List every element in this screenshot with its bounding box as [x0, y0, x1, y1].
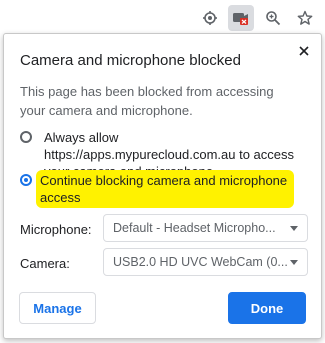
microphone-select[interactable]: Default - Headset Micropho...	[103, 214, 308, 242]
close-icon[interactable]	[295, 42, 313, 60]
dialog-title: Camera and microphone blocked	[20, 52, 241, 69]
manage-button[interactable]: Manage	[19, 292, 96, 324]
camera-label: Camera:	[20, 256, 70, 271]
zoom-icon[interactable]	[260, 5, 286, 31]
continue-blocking-label: Continue blocking camera and microphone …	[36, 170, 294, 208]
always-allow-radio[interactable]	[20, 131, 32, 143]
camera-select[interactable]: USB2.0 HD UVC WebCam (0...	[103, 248, 308, 276]
chevron-down-icon	[290, 226, 298, 231]
done-button[interactable]: Done	[228, 292, 306, 324]
star-icon[interactable]	[292, 5, 318, 31]
dialog-description: This page has been blocked from accessin…	[20, 84, 274, 118]
microphone-label: Microphone:	[20, 222, 92, 237]
camera-select-value: USB2.0 HD UVC WebCam (0...	[113, 255, 288, 269]
microphone-select-value: Default - Headset Micropho...	[113, 221, 276, 235]
permission-bubble: Camera and microphone blocked This page …	[3, 33, 322, 339]
browser-toolbar	[0, 0, 325, 34]
location-icon[interactable]	[197, 5, 223, 31]
chevron-down-icon	[290, 260, 298, 265]
camera-blocked-icon[interactable]	[228, 5, 254, 31]
continue-blocking-radio[interactable]	[20, 174, 32, 186]
option-continue-blocking[interactable]: Continue blocking camera and microphone …	[20, 170, 310, 208]
